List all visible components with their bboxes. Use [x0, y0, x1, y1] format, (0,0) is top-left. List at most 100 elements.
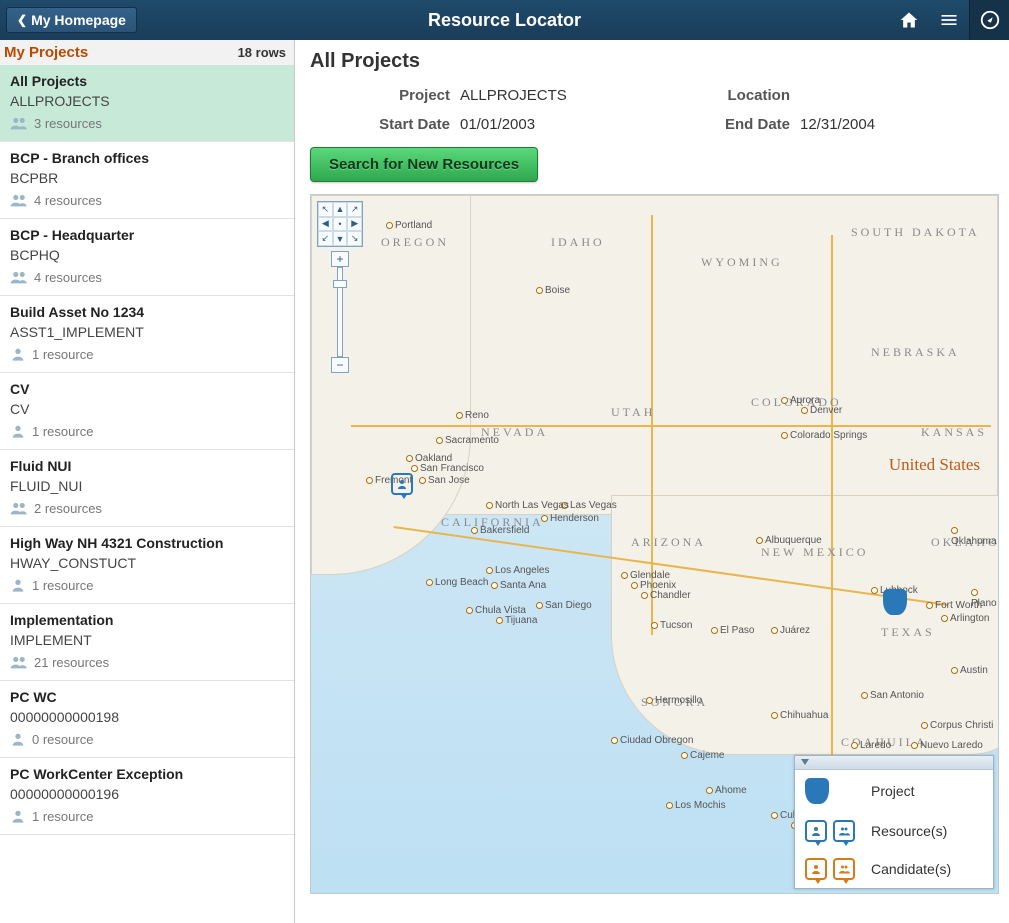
value-start-date: 01/01/2003 — [460, 116, 660, 133]
label-start-date: Start Date — [350, 116, 450, 133]
value-project: ALLPROJECTS — [460, 87, 660, 104]
map-pin-project[interactable] — [883, 589, 907, 615]
person-icon — [10, 808, 26, 824]
map-pan-n-icon[interactable]: ▲ — [333, 202, 348, 217]
label-end-date: End Date — [670, 116, 790, 133]
map-pin-resources[interactable] — [391, 473, 413, 495]
project-resources: 2 resources — [10, 500, 284, 516]
label-location: Location — [670, 87, 790, 104]
sidebar-header: My Projects 18 rows — [0, 40, 294, 65]
map-city-label: Albuquerque — [756, 535, 822, 546]
sidebar-title: My Projects — [4, 44, 88, 61]
legend-label-candidates: Candidate(s) — [871, 861, 951, 877]
main-content: All Projects Project ALLPROJECTS Locatio… — [295, 40, 1009, 923]
top-bar: ❮ My Homepage Resource Locator — [0, 0, 1009, 40]
map-city-label: San Jose — [419, 475, 470, 486]
map-city-label: San Francisco — [411, 463, 484, 474]
project-item[interactable]: CV CV 1 resource — [0, 373, 294, 450]
resource-count: 21 resources — [34, 655, 109, 670]
project-code: CV — [10, 401, 284, 417]
legend-label-project: Project — [871, 783, 915, 799]
map-city-label: Glendale — [621, 570, 670, 581]
project-resources: 4 resources — [10, 269, 284, 285]
people-icon — [10, 654, 28, 670]
resource-count: 1 resource — [32, 347, 93, 362]
map-zoom-thumb[interactable] — [333, 280, 347, 288]
map-city-label: Juárez — [771, 625, 810, 636]
map-pan-e-icon[interactable]: ▶ — [347, 217, 362, 232]
home-icon[interactable] — [889, 0, 929, 40]
map-city-label: Las Vegas — [561, 500, 617, 511]
map-city-label: Los Mochis — [666, 800, 726, 811]
resource-count: 1 resource — [32, 424, 93, 439]
project-item[interactable]: High Way NH 4321 ConstructionHWAY_CONSTU… — [0, 527, 294, 604]
resource-count: 0 resource — [32, 732, 93, 747]
map-pan-ne-icon[interactable]: ↗ — [347, 202, 362, 217]
map-pan-s-icon[interactable]: ▼ — [333, 231, 348, 246]
map-state-label: KANSAS — [921, 425, 987, 440]
map-controls: ↖ ▲ ↗ ◀ • ▶ ↙ ▼ ↘ + − — [317, 201, 363, 373]
map[interactable]: OREGONIDAHOWYOMINGSOUTH DAKOTANEBRASKAUT… — [310, 194, 999, 894]
map-city-label: Chihuahua — [771, 710, 828, 721]
resource-single-icon — [805, 820, 827, 842]
legend-candidates: Candidate(s) — [795, 850, 993, 888]
legend-label-resources: Resource(s) — [871, 823, 947, 839]
map-city-label: Portland — [386, 220, 432, 231]
map-state-label: TEXAS — [881, 625, 935, 640]
person-icon — [10, 731, 26, 747]
menu-icon[interactable] — [929, 0, 969, 40]
candidate-single-icon — [805, 858, 827, 880]
resource-count: 4 resources — [34, 193, 102, 208]
project-name: CV — [10, 381, 284, 397]
map-pan-center-icon[interactable]: • — [333, 217, 348, 232]
map-city-label: Aurora — [781, 395, 820, 406]
legend-project: Project — [795, 770, 993, 812]
map-city-label: Bakersfield — [471, 525, 529, 536]
project-item[interactable]: All ProjectsALLPROJECTS3 resources — [0, 65, 294, 142]
page-title: Resource Locator — [0, 10, 1009, 31]
map-nav-pad[interactable]: ↖ ▲ ↗ ◀ • ▶ ↙ ▼ ↘ — [317, 201, 363, 247]
project-name: All Projects — [10, 73, 284, 89]
back-button[interactable]: ❮ My Homepage — [6, 7, 137, 33]
map-zoom-out-button[interactable]: − — [331, 357, 349, 373]
map-city-label: Ahome — [706, 785, 747, 796]
project-item[interactable]: PC WC000000000001980 resource — [0, 681, 294, 758]
project-item[interactable]: PC WorkCenter Exception000000000001961 r… — [0, 758, 294, 835]
map-city-label: Sacramento — [436, 435, 499, 446]
legend-collapse-icon[interactable] — [795, 756, 993, 770]
project-item[interactable]: ImplementationIMPLEMENT21 resources — [0, 604, 294, 681]
project-item[interactable]: Fluid NUIFLUID_NUI2 resources — [0, 450, 294, 527]
people-icon — [10, 269, 28, 285]
project-item[interactable]: BCP - Branch officesBCPBR4 resources — [0, 142, 294, 219]
map-state-label: UTAH — [611, 405, 655, 420]
project-resources: 1 resource — [10, 346, 284, 362]
map-state-label: SOUTH DAKOTA — [851, 225, 980, 240]
map-city-label: Ciudad Obregon — [611, 735, 693, 746]
map-pan-w-icon[interactable]: ◀ — [318, 217, 333, 232]
back-label: My Homepage — [31, 12, 126, 28]
project-item[interactable]: BCP - HeadquarterBCPHQ4 resources — [0, 219, 294, 296]
resource-count: 1 resource — [32, 578, 93, 593]
people-icon — [10, 192, 28, 208]
resource-count: 1 resource — [32, 809, 93, 824]
map-zoom-slider[interactable] — [337, 267, 343, 357]
project-code: ASST1_IMPLEMENT — [10, 324, 284, 340]
map-zoom-in-button[interactable]: + — [331, 251, 349, 267]
compass-icon[interactable] — [969, 0, 1009, 40]
value-end-date: 12/31/2004 — [800, 116, 1000, 133]
project-details: Project ALLPROJECTS Location Start Date … — [350, 87, 999, 133]
map-pan-se-icon[interactable]: ↘ — [347, 231, 362, 246]
project-list[interactable]: All ProjectsALLPROJECTS3 resourcesBCP - … — [0, 65, 294, 923]
search-resources-button[interactable]: Search for New Resources — [310, 147, 538, 182]
map-pan-nw-icon[interactable]: ↖ — [318, 202, 333, 217]
map-city-label: Austin — [951, 665, 988, 676]
map-pan-sw-icon[interactable]: ↙ — [318, 231, 333, 246]
map-zoom: + − — [331, 251, 349, 373]
resource-count: 3 resources — [34, 116, 102, 131]
map-city-label: Santa Ana — [491, 580, 546, 591]
project-resources: 1 resource — [10, 577, 284, 593]
project-code: 00000000000198 — [10, 709, 284, 725]
project-name: Fluid NUI — [10, 458, 284, 474]
project-resources: 1 resource — [10, 808, 284, 824]
project-item[interactable]: Build Asset No 1234ASST1_IMPLEMENT1 reso… — [0, 296, 294, 373]
